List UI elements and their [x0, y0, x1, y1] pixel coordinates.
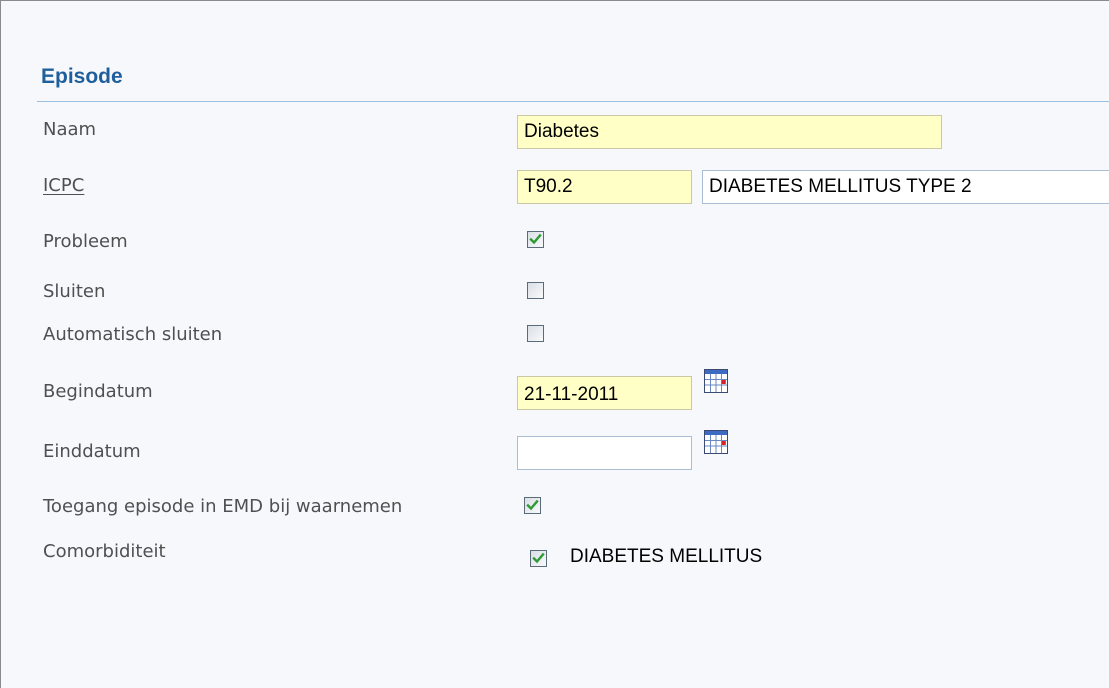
sluiten-label: Sluiten: [43, 281, 106, 302]
icpc-code-input[interactable]: T90.2: [517, 170, 692, 204]
naam-label: Naam: [43, 119, 97, 140]
einddatum-calendar-icon[interactable]: [704, 430, 728, 454]
begindatum-calendar-icon[interactable]: [704, 369, 728, 393]
comorbiditeit-item-checkbox[interactable]: [530, 550, 547, 567]
probleem-label: Probleem: [43, 231, 128, 252]
begindatum-label: Begindatum: [43, 381, 153, 402]
einddatum-input[interactable]: [517, 436, 692, 470]
checkmark-icon: [532, 552, 545, 564]
comorbiditeit-item-label: DIABETES MELLITUS: [570, 546, 763, 567]
checkmark-icon: [529, 233, 542, 245]
checkmark-icon: [526, 499, 539, 511]
comorbiditeit-label: Comorbiditeit: [43, 541, 166, 562]
section-divider: [37, 101, 1109, 102]
automatisch-sluiten-checkbox[interactable]: [527, 325, 544, 342]
toegang-label: Toegang episode in EMD bij waarnemen: [43, 496, 403, 517]
icpc-description-field[interactable]: DIABETES MELLITUS TYPE 2: [702, 170, 1109, 204]
probleem-checkbox[interactable]: [527, 231, 544, 248]
naam-input[interactable]: Diabetes: [517, 115, 942, 149]
icpc-label: ICPC: [43, 175, 85, 196]
einddatum-label: Einddatum: [43, 441, 141, 462]
sluiten-checkbox[interactable]: [527, 282, 544, 299]
begindatum-input[interactable]: 21-11-2011: [517, 376, 692, 410]
toegang-checkbox[interactable]: [524, 497, 541, 514]
automatisch-sluiten-label: Automatisch sluiten: [43, 324, 223, 345]
section-title: Episode: [41, 65, 123, 88]
episode-form-panel: Episode Naam Diabetes ICPC T90.2 DIABETE…: [0, 0, 1109, 688]
